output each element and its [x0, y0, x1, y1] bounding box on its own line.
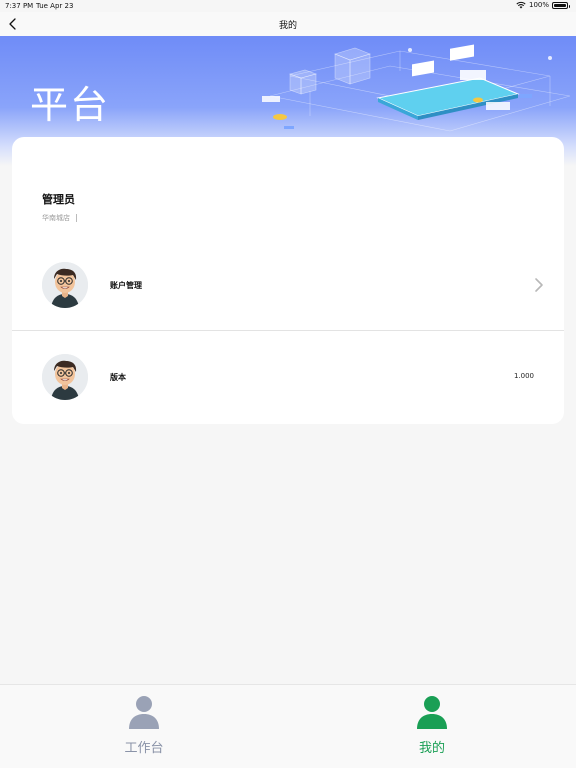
avatar: [42, 262, 88, 308]
status-right: 100%: [516, 1, 570, 9]
navigation-bar: 我的: [0, 12, 576, 36]
status-time: 7:37 PM: [5, 2, 34, 10]
status-date: Tue Apr 23: [36, 2, 74, 10]
status-bar: 7:37 PM Tue Apr 23 100%: [0, 0, 576, 12]
battery-icon: [552, 1, 570, 9]
cartoon-avatar-icon: [42, 262, 88, 308]
tab-bar: 工作台 我的: [0, 684, 576, 768]
tab-mine[interactable]: 我的: [288, 685, 576, 768]
cartoon-avatar-icon: [42, 354, 88, 400]
store-row: 华南城店: [42, 213, 77, 223]
avatar: [42, 354, 88, 400]
store-separator: [76, 214, 77, 222]
person-icon: [417, 696, 447, 729]
version-row: 版本 1.000: [12, 347, 564, 407]
store-name: 华南城店: [42, 214, 70, 222]
isometric-tech-illustration: [262, 44, 571, 132]
tab-mine-label: 我的: [418, 741, 445, 756]
battery-percent: 100%: [528, 1, 549, 9]
account-management-row[interactable]: 账户管理: [12, 255, 564, 315]
chevron-right-icon: [535, 278, 543, 292]
admin-name: 管理员: [42, 193, 75, 206]
hero-title: 平台: [30, 83, 111, 127]
divider: [12, 330, 564, 331]
account-management-label: 账户管理: [110, 281, 142, 290]
person-icon: [129, 696, 159, 729]
version-label: 版本: [110, 373, 126, 382]
profile-card: 管理员 华南城店 账户管理 版本 1.000: [12, 137, 564, 424]
page-title: 我的: [278, 21, 297, 31]
tab-workbench[interactable]: 工作台: [0, 685, 288, 768]
tab-workbench-label: 工作台: [124, 741, 164, 756]
wifi-icon: [516, 1, 526, 9]
version-value: 1.000: [513, 372, 534, 380]
